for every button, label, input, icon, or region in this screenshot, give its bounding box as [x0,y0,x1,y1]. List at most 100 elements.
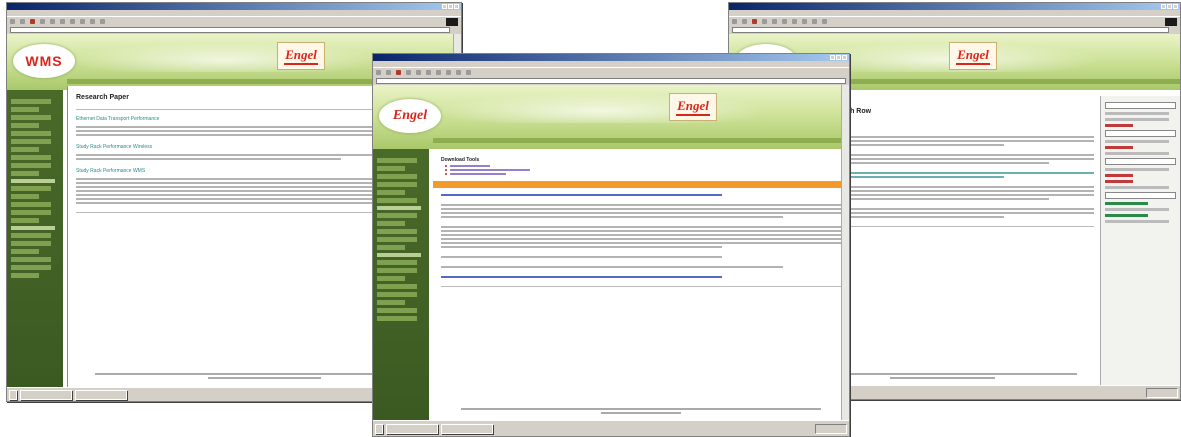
title-bar[interactable] [373,54,849,61]
address-bar[interactable] [729,26,1180,34]
system-tray[interactable] [1146,387,1178,398]
sidebar-item[interactable] [11,147,39,152]
list-item[interactable] [445,169,843,171]
close-icon[interactable] [842,55,847,60]
sidebar-item[interactable] [377,268,417,273]
sidebar-item[interactable] [11,131,51,136]
close-icon[interactable] [1173,4,1178,9]
forward-icon[interactable] [20,19,25,24]
scrollbar[interactable] [841,85,849,420]
sidebar-item[interactable] [377,198,417,203]
window-controls[interactable] [442,4,459,9]
maximize-icon[interactable] [1167,4,1172,9]
panel-row[interactable] [1105,124,1134,127]
sidebar-item[interactable] [11,155,51,160]
sidebar-item[interactable] [11,99,51,104]
print-icon[interactable] [822,19,827,24]
sidebar-item[interactable] [11,265,51,270]
search-icon[interactable] [426,70,431,75]
sidebar-nav[interactable] [373,149,429,420]
sidebar-item[interactable] [377,174,417,179]
engel-logo[interactable]: Engel [277,42,325,70]
refresh-icon[interactable] [762,19,767,24]
home-icon[interactable] [416,70,421,75]
toolbar[interactable] [729,16,1180,26]
maximize-icon[interactable] [836,55,841,60]
stop-icon[interactable] [30,19,35,24]
print-icon[interactable] [466,70,471,75]
go-icon[interactable] [453,28,458,33]
sidebar-item[interactable] [11,210,51,215]
sidebar-item[interactable] [377,292,417,297]
taskbar-item[interactable] [75,389,127,400]
search-icon[interactable] [60,19,65,24]
sidebar-item[interactable] [377,229,417,234]
favorites-icon[interactable] [436,70,441,75]
refresh-icon[interactable] [40,19,45,24]
start-button[interactable] [9,389,17,400]
minimize-icon[interactable] [830,55,835,60]
sidebar-nav[interactable] [7,90,63,387]
engel-logo[interactable]: Engel [949,42,997,70]
sidebar-item[interactable] [11,218,39,223]
back-icon[interactable] [376,70,381,75]
home-icon[interactable] [50,19,55,24]
list-item[interactable] [445,173,843,175]
address-input[interactable] [732,27,1169,33]
history-icon[interactable] [802,19,807,24]
sidebar-item[interactable] [11,241,51,246]
go-icon[interactable] [1172,28,1177,33]
sidebar-item[interactable] [377,308,417,313]
download-list[interactable] [445,165,843,175]
system-tray[interactable] [815,423,847,434]
mail-icon[interactable] [812,19,817,24]
sidebar-item[interactable] [377,316,417,321]
sidebar-item[interactable] [377,166,405,171]
info-panel[interactable] [1100,96,1180,385]
address-input[interactable] [10,27,450,33]
start-button[interactable] [375,423,383,434]
sidebar-item[interactable] [11,115,51,120]
sidebar-item[interactable] [11,186,51,191]
taskbar-item[interactable] [386,423,438,434]
sidebar-item[interactable] [377,284,417,289]
taskbar-item[interactable] [441,423,493,434]
sidebar-item[interactable] [377,245,405,250]
sidebar-item[interactable] [377,221,405,226]
forward-icon[interactable] [386,70,391,75]
sidebar-item[interactable] [11,249,39,254]
close-icon[interactable] [454,4,459,9]
favorites-icon[interactable] [70,19,75,24]
history-icon[interactable] [80,19,85,24]
history-icon[interactable] [446,70,451,75]
panel-row[interactable] [1105,146,1134,149]
minimize-icon[interactable] [1161,4,1166,9]
title-bar[interactable] [7,3,461,10]
refresh-icon[interactable] [406,70,411,75]
mail-icon[interactable] [90,19,95,24]
taskbar[interactable] [373,420,849,436]
sidebar-item[interactable] [11,163,51,168]
back-icon[interactable] [732,19,737,24]
sidebar-item[interactable] [377,300,405,305]
sidebar-item[interactable] [11,123,39,128]
title-bar[interactable] [729,3,1180,10]
back-icon[interactable] [10,19,15,24]
sidebar-item[interactable] [11,257,51,262]
sidebar-item[interactable] [377,260,417,265]
forward-icon[interactable] [742,19,747,24]
list-item[interactable] [445,165,843,167]
taskbar-item[interactable] [20,389,72,400]
panel-row[interactable] [1105,174,1134,177]
toolbar[interactable] [7,16,461,26]
print-icon[interactable] [100,19,105,24]
sidebar-item[interactable] [377,237,417,242]
mail-icon[interactable] [456,70,461,75]
engel-logo[interactable]: Engel [669,93,717,121]
favorites-icon[interactable] [792,19,797,24]
minimize-icon[interactable] [442,4,447,9]
site-logo[interactable]: Engel [379,99,441,133]
sidebar-item[interactable] [11,171,39,176]
window-controls[interactable] [1161,4,1178,9]
address-bar[interactable] [7,26,461,34]
